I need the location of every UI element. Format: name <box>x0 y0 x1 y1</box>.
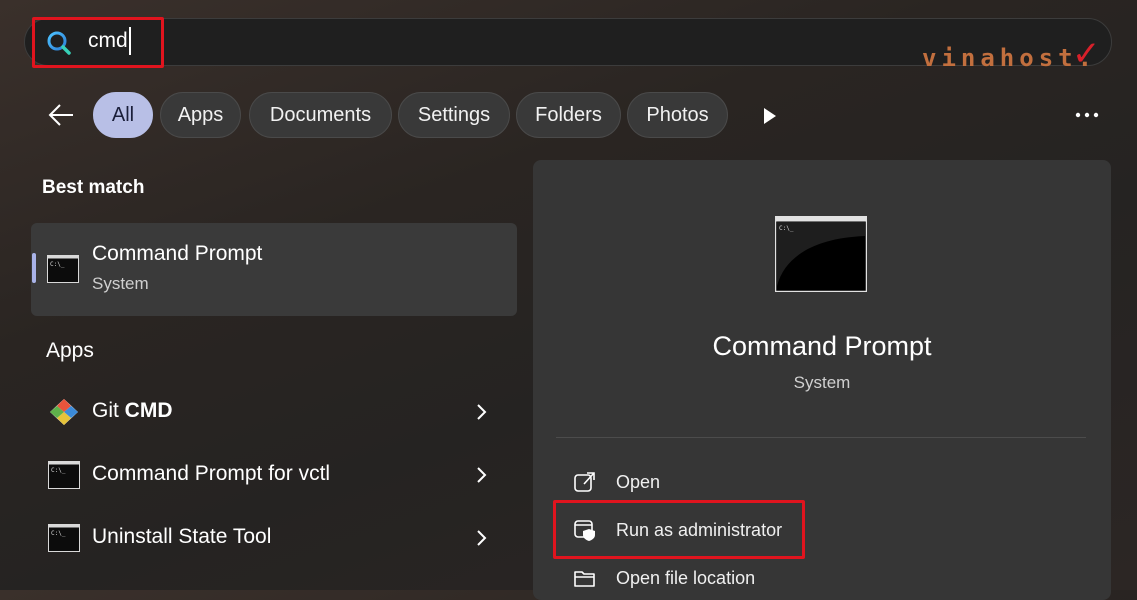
app-item-git-cmd[interactable]: Git CMD <box>31 384 517 440</box>
open-external-icon <box>574 472 595 492</box>
best-match-title: Command Prompt <box>92 242 263 265</box>
filter-folders[interactable]: Folders <box>516 92 621 138</box>
svg-text:C:\_: C:\_ <box>51 530 66 537</box>
filter-apps[interactable]: Apps <box>160 92 241 138</box>
best-match-subtitle: System <box>92 274 149 293</box>
app-item-command-prompt-vctl[interactable]: C:\_ Command Prompt for vctl <box>31 447 517 503</box>
highlight-box-run-as-admin <box>553 500 805 559</box>
command-prompt-large-icon: C:\_ <box>775 216 867 292</box>
back-arrow-icon[interactable] <box>46 100 76 130</box>
watermark-logo: vinahost. <box>922 44 1098 72</box>
chevron-right-icon[interactable] <box>473 527 491 549</box>
filter-photos[interactable]: Photos <box>627 92 728 138</box>
action-open[interactable]: Open <box>556 462 1086 502</box>
command-prompt-icon: C:\_ <box>48 524 80 552</box>
filter-settings[interactable]: Settings <box>398 92 510 138</box>
svg-text:C:\_: C:\_ <box>50 261 65 268</box>
app-item-uninstall-state-tool[interactable]: C:\_ Uninstall State Tool <box>31 510 517 566</box>
app-item-label: Command Prompt for vctl <box>92 462 331 485</box>
highlight-box-search <box>32 17 164 68</box>
filter-all[interactable]: All <box>93 92 153 138</box>
command-prompt-icon: C:\_ <box>48 461 80 489</box>
app-item-label: Uninstall State Tool <box>92 525 272 548</box>
detail-subtitle: System <box>793 373 851 392</box>
svg-text:C:\_: C:\_ <box>51 467 66 474</box>
best-match-heading: Best match <box>42 177 145 198</box>
chevron-right-icon[interactable] <box>473 401 491 423</box>
detail-title: Command Prompt <box>712 331 932 361</box>
watermark-check-icon: ✓ <box>1072 35 1101 73</box>
apps-heading: Apps <box>46 339 94 362</box>
app-item-label: Git CMD <box>92 399 173 422</box>
play-icon[interactable] <box>760 105 780 127</box>
chevron-right-icon[interactable] <box>473 464 491 486</box>
filter-documents[interactable]: Documents <box>249 92 392 138</box>
selection-indicator <box>32 253 36 283</box>
folder-icon <box>574 571 595 587</box>
action-label: Open <box>616 472 661 492</box>
git-icon <box>50 399 78 425</box>
action-label: Open file location <box>616 568 756 588</box>
svg-text:C:\_: C:\_ <box>779 225 794 232</box>
divider <box>556 437 1086 438</box>
best-match-item[interactable] <box>31 223 517 316</box>
more-icon[interactable] <box>1072 104 1102 126</box>
command-prompt-icon: C:\_ <box>47 255 79 283</box>
action-open-file-location[interactable]: Open file location <box>556 558 1086 598</box>
